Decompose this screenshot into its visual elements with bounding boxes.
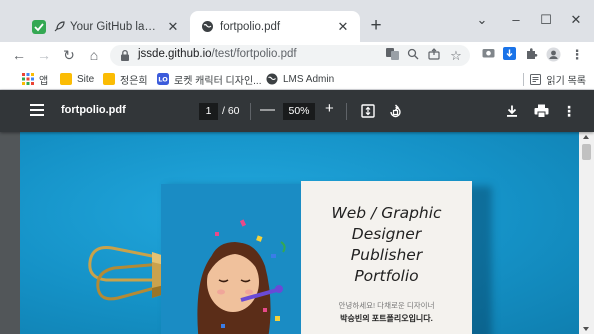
address-bar[interactable]: jssde.github.io/test/fortpolio.pdf ☆	[110, 45, 470, 66]
bookmark-label: LMS Admin	[283, 73, 335, 85]
globe-icon	[200, 20, 214, 34]
zoom-level-input[interactable]: 50%	[283, 103, 315, 120]
browser-toolbar: ← → ↻ ⌂ jssde.github.io/test/fortpolio.p…	[0, 42, 594, 69]
more-options-icon[interactable]: ⋮	[560, 102, 578, 120]
heading-line: Designer	[351, 225, 422, 243]
toolbar-divider	[346, 103, 347, 120]
bookmark-site-folder[interactable]: Site	[60, 71, 94, 87]
close-window-button[interactable]: ✕	[562, 8, 590, 32]
scroll-up-arrow-icon[interactable]	[583, 135, 589, 139]
close-tab-icon[interactable]: ✕	[166, 19, 180, 34]
lock-icon[interactable]	[119, 49, 131, 62]
tab-fortpolio-pdf[interactable]: fortpolio.pdf ✕	[190, 11, 360, 42]
scroll-down-arrow-icon[interactable]	[583, 327, 589, 331]
hamburger-menu-icon[interactable]	[30, 104, 44, 116]
new-tab-button[interactable]: +	[366, 16, 386, 36]
extensions-puzzle-icon[interactable]	[523, 47, 539, 63]
lo-badge-icon: LO	[157, 73, 169, 85]
pdf-page: Web / Graphic Designer Publisher Portfol…	[20, 132, 579, 334]
rotate-icon[interactable]	[386, 102, 404, 120]
bookmark-label: 로켓 캐릭터 디자인...	[174, 75, 262, 87]
heading-line: Web / Graphic	[331, 204, 442, 222]
apps-grid-icon	[22, 73, 34, 85]
bookmarks-divider	[523, 73, 524, 86]
bookmark-jeongeunhui-folder[interactable]: 정은희	[103, 71, 148, 87]
page-number-input[interactable]: 1	[199, 103, 218, 120]
pdf-filename: fortpolio.pdf	[61, 104, 126, 116]
svg-text:LO: LO	[158, 76, 168, 84]
tab-github-launch-code[interactable]: Your GitHub launch code(10 ✕	[22, 11, 190, 42]
bookmark-label: 앱	[39, 75, 49, 87]
folder-icon	[60, 73, 72, 85]
toolbar-divider	[250, 103, 251, 120]
translate-icon[interactable]	[385, 48, 401, 64]
page-total: / 60	[222, 105, 240, 117]
scrollbar-thumb[interactable]	[582, 144, 591, 160]
tab-title: Your GitHub launch code(10	[70, 20, 160, 33]
heading-line: Portfolio	[354, 267, 419, 285]
bookmark-lms-admin[interactable]: LMS Admin	[266, 71, 334, 87]
bookmarks-bar: 앱 Site 정은희 LO 로켓 캐릭터 디자인... LMS Admin 읽기…	[0, 69, 594, 90]
chrome-menu-icon[interactable]: ⋮	[569, 47, 585, 63]
character-illustration	[197, 219, 286, 334]
print-icon[interactable]	[532, 102, 550, 120]
tab-search-chevron-icon[interactable]: ⌄	[468, 8, 496, 32]
bookmark-label: Site	[77, 73, 95, 85]
zoom-out-button[interactable]: —	[260, 101, 275, 118]
pdf-toolbar: fortpolio.pdf 1 / 60 — 50% + ⋮	[0, 90, 594, 132]
tab-strip: Your GitHub launch code(10 ✕ fortpolio.p…	[0, 0, 594, 42]
close-tab-icon[interactable]: ✕	[336, 19, 350, 34]
forward-button[interactable]: →	[34, 45, 54, 65]
share-icon[interactable]	[426, 48, 442, 64]
greeting-text: 안녕하세요! 다채로운 디자이너	[338, 301, 435, 310]
portfolio-heading: Web / Graphic Designer Publisher Portfol…	[301, 203, 472, 287]
bookmark-apps[interactable]: 앱	[22, 71, 48, 87]
bookmark-rocket-character[interactable]: LO 로켓 캐릭터 디자인...	[157, 71, 262, 87]
cover-left-panel	[161, 184, 301, 334]
minimize-button[interactable]: –	[502, 8, 530, 32]
reading-list-button[interactable]: 읽기 목록	[530, 71, 586, 87]
zoom-in-button[interactable]: +	[325, 100, 334, 117]
home-button[interactable]: ⌂	[84, 45, 104, 65]
zoom-magnifier-icon[interactable]	[405, 48, 421, 64]
reading-list-icon	[530, 73, 542, 85]
url-text: jssde.github.io/test/fortpolio.pdf	[138, 48, 297, 60]
heading-line: Publisher	[350, 246, 423, 264]
intro-text: 박승빈의 포트폴리오입니다.	[340, 314, 433, 323]
folder-icon	[103, 73, 115, 85]
profile-avatar-icon[interactable]	[545, 47, 561, 63]
back-button[interactable]: ←	[9, 45, 29, 65]
bookmark-label: 정은희	[120, 75, 148, 87]
cover-right-panel: Web / Graphic Designer Publisher Portfol…	[301, 181, 472, 334]
camera-extension-icon[interactable]	[480, 47, 496, 63]
fit-to-page-icon[interactable]	[359, 102, 377, 120]
github-favicon-icon	[32, 19, 46, 34]
rocket-icon	[52, 20, 66, 34]
globe-icon	[266, 73, 278, 85]
bookmark-star-icon[interactable]: ☆	[448, 48, 464, 64]
reading-list-label: 읽기 목록	[546, 75, 586, 87]
reload-button[interactable]: ↻	[59, 45, 79, 65]
download-icon[interactable]	[503, 102, 521, 120]
maximize-button[interactable]: ☐	[532, 8, 560, 32]
tab-title: fortpolio.pdf	[220, 20, 281, 33]
vertical-scrollbar[interactable]	[579, 132, 594, 334]
download-extension-icon[interactable]	[501, 47, 517, 63]
